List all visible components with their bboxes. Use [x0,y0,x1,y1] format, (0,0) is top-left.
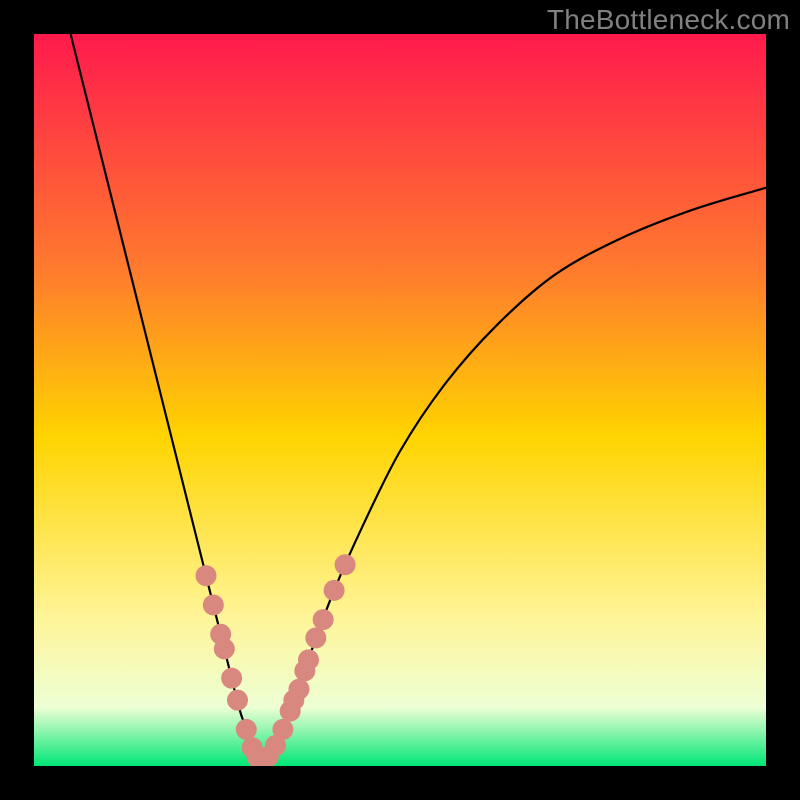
data-marker [305,627,326,648]
watermark-text: TheBottleneck.com [547,4,790,36]
data-marker [272,719,293,740]
data-marker [203,594,224,615]
plot-area [34,34,766,766]
data-marker [214,638,235,659]
data-marker [288,679,309,700]
data-marker [227,690,248,711]
chart-svg [34,34,766,766]
data-marker [335,554,356,575]
outer-frame: TheBottleneck.com [0,0,800,800]
data-marker [313,609,334,630]
gradient-background [34,34,766,766]
data-marker [221,668,242,689]
data-marker [298,649,319,670]
data-marker [236,719,257,740]
data-marker [196,565,217,586]
data-marker [324,580,345,601]
